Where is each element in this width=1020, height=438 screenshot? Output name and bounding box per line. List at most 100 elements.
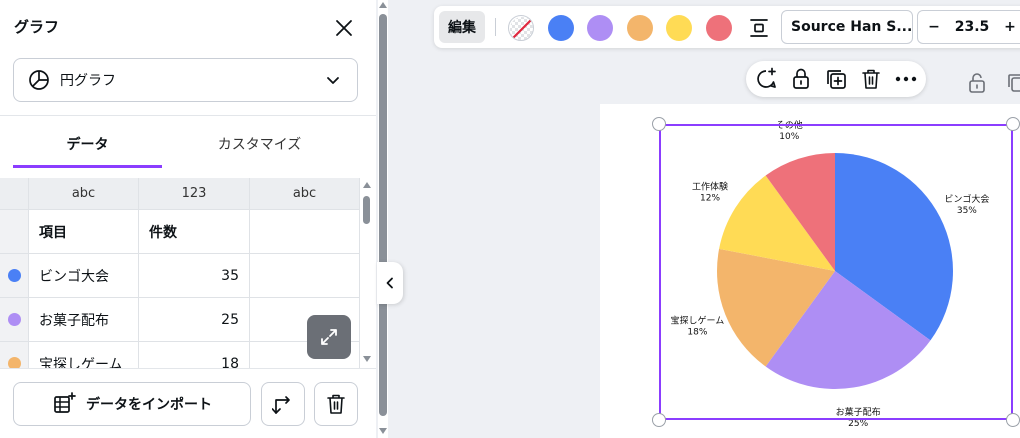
divider <box>495 18 496 36</box>
duplicate-button[interactable] <box>824 67 848 91</box>
more-options-button[interactable] <box>894 67 918 91</box>
color-swatch-orange[interactable] <box>627 15 653 41</box>
pie-label-category: ビンゴ大会 <box>944 193 989 205</box>
pie-label-category: 宝探しゲーム <box>671 314 725 326</box>
column-type[interactable]: 123 <box>139 178 250 210</box>
table-cell[interactable] <box>250 254 360 298</box>
row-gutter <box>0 210 29 254</box>
comment-add-icon <box>757 67 776 88</box>
scroll-up-icon[interactable] <box>379 2 387 8</box>
series-color-cell[interactable] <box>0 298 29 342</box>
pie-label-category: その他 <box>776 119 803 131</box>
spacing-icon <box>750 19 768 37</box>
page-duplicate-button[interactable] <box>1006 72 1020 94</box>
import-button-label: データをインポート <box>86 397 212 413</box>
no-color-icon <box>510 17 533 40</box>
spacing-button[interactable] <box>746 15 772 41</box>
column-type[interactable]: abc <box>250 178 360 210</box>
series-color-dot <box>7 313 21 326</box>
resize-handle-top-left[interactable] <box>652 117 666 131</box>
chart-panel: グラフ 円グラフ データ カスタマイズ abc 123 abc 項目 件数 ビン… <box>0 0 376 438</box>
color-swatch-red[interactable] <box>706 15 732 41</box>
color-swatch-purple[interactable] <box>587 15 613 41</box>
header-cell[interactable] <box>250 210 360 254</box>
pie-chart[interactable]: ビンゴ大会35% お菓子配布25% 宝探しゲーム18% 工作体験12% その他10% <box>600 104 1020 438</box>
scroll-thumb[interactable] <box>379 14 387 416</box>
column-type-row: abc 123 abc <box>0 178 360 210</box>
color-swatch-yellow[interactable] <box>666 15 692 41</box>
tab-data[interactable]: データ <box>13 130 162 168</box>
swap-icon <box>272 396 290 414</box>
close-button[interactable] <box>330 14 358 42</box>
data-table: abc 123 abc 項目 件数 ビンゴ大会 35 お菓子配布 25 宝探しゲ… <box>0 178 360 368</box>
duplicate-icon <box>1008 74 1020 92</box>
chevron-down-icon <box>325 71 343 89</box>
unlock-icon <box>969 73 985 93</box>
tab-customize[interactable]: カスタマイズ <box>185 130 334 168</box>
decrease-font-size-button[interactable]: − <box>924 19 944 35</box>
table-cell[interactable]: 35 <box>139 254 250 298</box>
delete-data-button[interactable] <box>314 382 358 426</box>
font-family-select[interactable]: Source Han S... <box>781 10 913 44</box>
table-cell[interactable]: ビンゴ大会 <box>29 254 139 298</box>
pie-label-percent: 12% <box>700 194 720 204</box>
divider <box>0 368 376 369</box>
header-cell[interactable]: 項目 <box>29 210 139 254</box>
table-scrollbar[interactable] <box>361 178 373 368</box>
table-cell[interactable]: お菓子配布 <box>29 298 139 342</box>
series-color-cell[interactable] <box>0 254 29 298</box>
table-cell[interactable]: 18 <box>139 342 250 368</box>
import-data-button[interactable]: データをインポート <box>13 382 251 426</box>
header-cell[interactable]: 件数 <box>139 210 250 254</box>
color-swatch-blue[interactable] <box>548 15 574 41</box>
collapse-panel-button[interactable] <box>377 262 403 304</box>
header-row: 項目 件数 <box>0 210 360 254</box>
chevron-left-icon <box>386 277 393 289</box>
more-icon <box>895 76 917 82</box>
table-add-icon <box>54 392 76 413</box>
series-color-dot <box>7 357 21 368</box>
close-icon <box>336 20 352 36</box>
font-size-input[interactable]: 23.5 <box>955 19 990 35</box>
comment-button[interactable] <box>754 67 778 91</box>
expand-table-button[interactable] <box>307 315 351 359</box>
scroll-down-icon[interactable] <box>379 428 387 434</box>
top-toolbar: 編集 Source Han S... − 23.5 + <box>434 6 1020 48</box>
series-color-dot <box>7 269 21 282</box>
pie-chart-icon <box>28 68 52 92</box>
table-cell[interactable]: 25 <box>139 298 250 342</box>
no-color-swatch[interactable] <box>508 15 534 41</box>
lock-button[interactable] <box>789 67 813 91</box>
page-lock-button[interactable] <box>966 72 988 94</box>
divider <box>0 115 376 116</box>
pie-label-percent: 35% <box>957 206 977 216</box>
column-type[interactable]: abc <box>29 178 139 210</box>
font-size-control: − 23.5 + <box>917 10 1020 44</box>
pie-label-percent: 25% <box>848 419 868 429</box>
resize-handle-bottom-left[interactable] <box>652 413 666 427</box>
table-cell[interactable]: 宝探しゲーム <box>29 342 139 368</box>
scroll-up-icon[interactable] <box>363 182 371 188</box>
panel-title: グラフ <box>14 18 60 36</box>
swap-rows-columns-button[interactable] <box>261 382 305 426</box>
chart-type-label: 円グラフ <box>60 73 116 89</box>
resize-handle-top-right[interactable] <box>1006 117 1020 131</box>
trash-icon <box>327 394 345 414</box>
element-action-bar <box>746 61 926 97</box>
delete-button[interactable] <box>859 67 883 91</box>
table-row: お菓子配布 25 <box>0 298 360 342</box>
edit-button[interactable]: 編集 <box>439 11 485 43</box>
pie-label-category: お菓子配布 <box>836 406 881 418</box>
lock-icon <box>793 68 809 89</box>
expand-icon <box>321 329 337 345</box>
scroll-down-icon[interactable] <box>363 356 371 362</box>
increase-font-size-button[interactable]: + <box>1000 19 1020 35</box>
panel-scrollbar[interactable] <box>378 0 388 438</box>
scroll-thumb[interactable] <box>363 196 370 224</box>
resize-handle-bottom-right[interactable] <box>1006 413 1020 427</box>
trash-icon <box>862 69 880 89</box>
pie-label-percent: 10% <box>779 132 799 142</box>
series-color-cell[interactable] <box>0 342 29 368</box>
chart-type-select[interactable]: 円グラフ <box>13 58 358 102</box>
table-row: ビンゴ大会 35 <box>0 254 360 298</box>
